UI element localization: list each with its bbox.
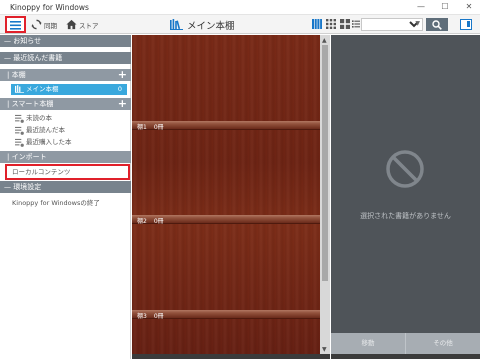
- scroll-up-icon[interactable]: ▲: [322, 37, 327, 44]
- add-bookshelf-button[interactable]: +: [118, 68, 127, 81]
- sidebar-import-label: インポート: [11, 153, 47, 161]
- sidebar-bookshelf-label: 本棚: [11, 71, 26, 79]
- detail-bottom-strip: [331, 354, 480, 359]
- sidebar-recent-label: 最近読んだ書籍: [13, 54, 63, 62]
- sync-button[interactable]: 同期: [31, 18, 57, 31]
- sidebar-settings[interactable]: — 環境設定: [0, 181, 131, 193]
- bookshelf-icon: [170, 19, 183, 30]
- hamburger-menu-icon: [10, 21, 21, 30]
- list-view-icon[interactable]: [352, 19, 360, 29]
- shelf-bottom-strip: [132, 354, 330, 359]
- collapse-marker: —: [4, 37, 14, 45]
- shelf-board-label: 棚1 0冊: [137, 122, 164, 131]
- sidebar-smart-shelf[interactable]: | スマート本棚 +: [0, 97, 131, 110]
- main-shelf-label: メイン本棚: [26, 85, 59, 93]
- list-filter-icon: [15, 114, 24, 123]
- search-button[interactable]: [426, 18, 448, 31]
- sidebar-bookshelf[interactable]: | 本棚 +: [0, 68, 131, 81]
- empty-selection-message: 選択された書籍がありません: [360, 212, 451, 220]
- sidebar: — お知らせ — 最近読んだ書籍 | 本棚 + メイン本棚 0 | スマート本棚…: [0, 35, 131, 359]
- store-button[interactable]: ストア: [66, 18, 99, 31]
- sidebar-smart-shelf-label: スマート本棚: [11, 100, 54, 108]
- shelf-board-label: 棚3 0冊: [137, 311, 164, 320]
- current-shelf-title: メイン本棚: [170, 18, 235, 32]
- sidebar-panel-icon: [467, 21, 470, 27]
- close-button[interactable]: ✕: [460, 0, 478, 14]
- shelf-board: 棚3 0冊: [132, 310, 320, 320]
- shelf-count: 0冊: [153, 313, 164, 320]
- main-shelf-count: 0: [117, 85, 122, 93]
- shelf-count: 0冊: [153, 218, 164, 225]
- shelf-count: 0冊: [153, 124, 164, 131]
- add-smart-shelf-button[interactable]: +: [118, 97, 127, 110]
- tile-view-icon[interactable]: [340, 19, 350, 29]
- list-filter-icon: [15, 138, 24, 147]
- detail-panel-toggle[interactable]: [460, 19, 472, 30]
- no-selection-icon: [386, 150, 424, 188]
- cover-view-icon[interactable]: [312, 19, 322, 29]
- move-button[interactable]: 移動: [331, 333, 405, 354]
- sidebar-import[interactable]: | インポート: [0, 151, 131, 163]
- sidebar-news[interactable]: — お知らせ: [0, 35, 131, 47]
- sidebar-item-main-shelf[interactable]: メイン本棚 0: [11, 84, 127, 95]
- title-bar: Kinoppy for Windows — ☐ ✕: [0, 0, 480, 15]
- shelf-scrollbar[interactable]: ▲ ▼: [320, 35, 330, 354]
- sidebar-item-local-content[interactable]: ローカルコンテンツ: [5, 164, 130, 180]
- bookshelf-icon: [15, 85, 24, 93]
- minimize-button[interactable]: —: [412, 0, 430, 14]
- shelf-name: 棚1: [137, 124, 147, 131]
- shelf-board-label: 棚2 0冊: [137, 216, 164, 225]
- sidebar-news-label: お知らせ: [13, 37, 42, 45]
- store-home-icon: [66, 19, 77, 30]
- sidebar-item-recently-read[interactable]: 最近読んだ本: [0, 125, 131, 136]
- smart-item-label: 最近購入した本: [26, 138, 72, 146]
- scroll-down-icon[interactable]: ▼: [322, 346, 327, 353]
- sidebar-item-unread[interactable]: 未読の本: [0, 113, 131, 124]
- detail-action-bar: 移動 その他: [331, 333, 480, 354]
- sidebar-recent-books[interactable]: — 最近読んだ書籍: [0, 52, 131, 64]
- sidebar-settings-label: 環境設定: [13, 183, 42, 191]
- collapse-marker: —: [4, 183, 14, 191]
- grid-view-icon[interactable]: [326, 19, 336, 29]
- shelf-name: 棚2: [137, 218, 147, 225]
- maximize-button[interactable]: ☐: [436, 0, 454, 14]
- sync-label: 同期: [44, 21, 57, 30]
- shelf-board: 棚1 0冊: [132, 121, 320, 131]
- scrollbar-thumb[interactable]: [322, 45, 328, 281]
- smart-item-label: 未読の本: [26, 114, 52, 122]
- quit-app-link[interactable]: Kinoppy for Windowsの終了: [12, 197, 100, 207]
- window-title: Kinoppy for Windows: [10, 3, 89, 12]
- collapse-marker: —: [4, 54, 14, 62]
- toolbar: 同期 ストア メイン本棚 ▼: [0, 15, 480, 34]
- other-button[interactable]: その他: [405, 333, 480, 354]
- sync-icon: [31, 19, 42, 30]
- book-detail-panel: 選択された書籍がありません 移動 その他: [331, 35, 480, 359]
- bookshelf-area: 棚1 0冊 棚2 0冊 棚3 0冊: [132, 35, 320, 354]
- shelf-name: 棚3: [137, 313, 147, 320]
- menu-button[interactable]: [5, 16, 26, 33]
- shelf-title-text: メイン本棚: [187, 20, 235, 32]
- store-label: ストア: [79, 21, 99, 30]
- search-icon: [432, 19, 442, 30]
- sidebar-item-recently-purchased[interactable]: 最近購入した本: [0, 137, 131, 148]
- search-select[interactable]: ▼: [361, 18, 423, 31]
- local-content-label: ローカルコンテンツ: [12, 168, 71, 176]
- search-scope-select[interactable]: [362, 19, 422, 30]
- shelf-board: 棚2 0冊: [132, 215, 320, 225]
- list-filter-icon: [15, 126, 24, 135]
- smart-item-label: 最近読んだ本: [26, 126, 65, 134]
